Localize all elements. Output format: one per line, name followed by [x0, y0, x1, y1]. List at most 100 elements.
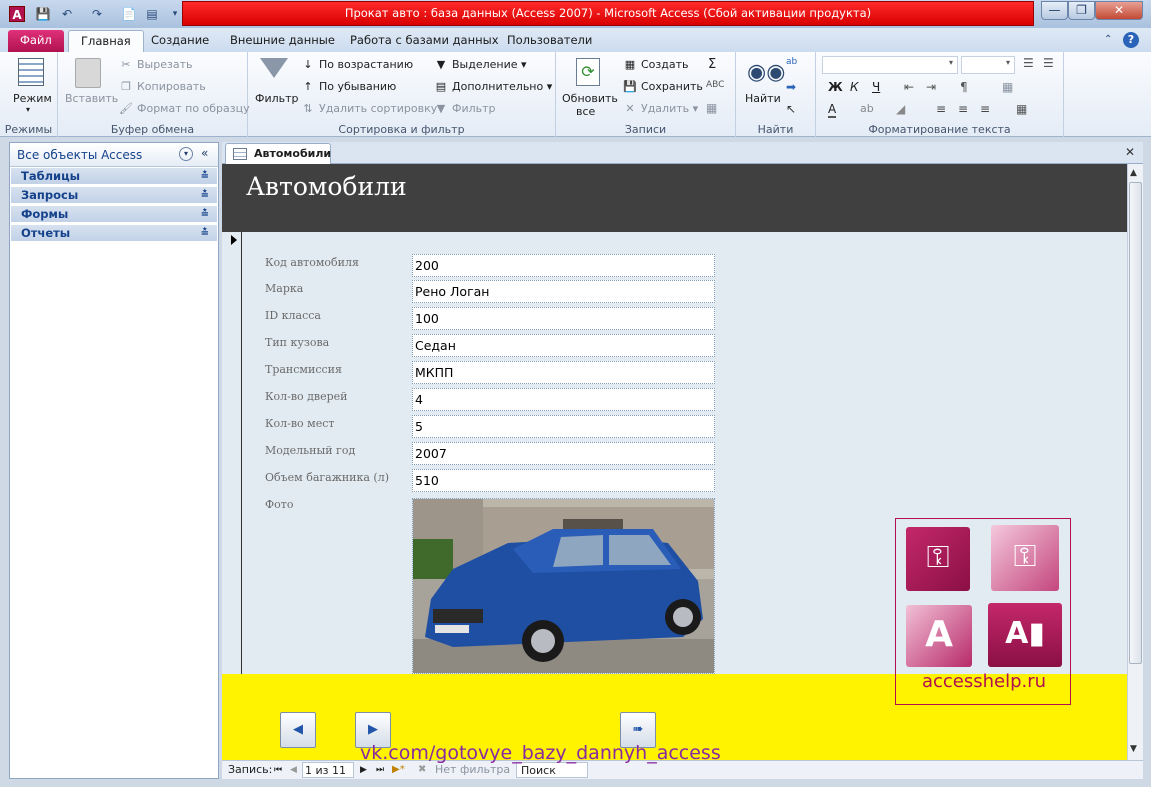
find-button[interactable]: Найти	[745, 92, 781, 105]
select-cursor-icon[interactable]: ↖	[786, 102, 796, 116]
save-record-button[interactable]: 💾 Сохранить	[622, 80, 703, 93]
field-trunk-volume[interactable]: 510	[412, 469, 715, 492]
field-class-id[interactable]: 100	[412, 307, 715, 330]
scroll-thumb[interactable]	[1129, 182, 1142, 664]
copy-button[interactable]: ❐ Копировать	[118, 80, 206, 93]
replace-icon[interactable]: ab	[786, 57, 797, 67]
tab-database-tools[interactable]: Работа с базами данных	[338, 30, 511, 52]
fill-color-icon[interactable]: ◢	[896, 102, 905, 116]
sort-asc-button[interactable]: ↓ По возрастанию	[300, 58, 413, 71]
more-records-icon[interactable]: ▦	[706, 101, 717, 115]
align-right-icon[interactable]: ≡	[980, 102, 990, 116]
font-name-dropdown-icon[interactable]: ▾	[949, 58, 953, 67]
nav-menu-dropdown-icon[interactable]: ▾	[179, 147, 193, 161]
close-doc-icon[interactable]: ✕	[1125, 145, 1135, 159]
close-button[interactable]: ✕	[1095, 1, 1143, 20]
numbering-icon[interactable]: ☰	[1043, 56, 1054, 70]
view-mode-icon[interactable]	[18, 58, 44, 86]
nav-pane-header[interactable]: Все объекты Access ▾ «	[10, 143, 218, 167]
bold-icon[interactable]: Ж	[828, 80, 843, 94]
field-seats[interactable]: 5	[412, 415, 715, 438]
redo-icon[interactable]: ↷	[88, 5, 106, 23]
new-record-button[interactable]: ▦ Создать	[622, 58, 689, 71]
prev-record-button[interactable]: ◀	[280, 712, 316, 748]
save-icon[interactable]: 💾	[34, 5, 52, 23]
goto-icon[interactable]: ➡	[786, 80, 796, 94]
first-record-icon[interactable]: ⏮	[274, 761, 282, 779]
alt-row-color-icon[interactable]: ▦	[1016, 102, 1027, 116]
nav-collapse-icon[interactable]: «	[201, 146, 208, 160]
field-doors[interactable]: 4	[412, 388, 715, 411]
form-header: Автомобили	[222, 164, 1127, 232]
paste-icon[interactable]	[75, 58, 101, 88]
doc-tab-cars[interactable]: Автомобили	[225, 143, 331, 164]
maximize-button[interactable]: ❐	[1068, 1, 1095, 20]
nav-group-tables[interactable]: Таблицы ≛	[11, 168, 217, 185]
nav-group-forms[interactable]: Формы ≛	[11, 206, 217, 223]
remove-sort-button[interactable]: ⇅ Удалить сортировку	[300, 102, 437, 115]
refresh-all-button[interactable]: Обновить	[562, 92, 618, 105]
toggle-filter-button[interactable]: ▼ Фильтр	[433, 102, 496, 115]
underline-icon[interactable]: Ч	[872, 80, 880, 94]
help-icon[interactable]: ?	[1123, 32, 1139, 48]
italic-icon[interactable]: К	[850, 80, 859, 94]
scroll-up-icon[interactable]: ▲	[1130, 168, 1137, 178]
form-icon[interactable]: ▤	[143, 5, 161, 23]
search-input[interactable]: Поиск	[516, 762, 588, 778]
field-body-type[interactable]: Седан	[412, 334, 715, 357]
scissors-icon: ✂	[121, 58, 131, 71]
paste-button[interactable]: Вставить	[65, 92, 118, 105]
sort-desc-button[interactable]: ↑ По убыванию	[300, 80, 396, 93]
view-mode-button[interactable]: Режим	[13, 92, 52, 105]
view-mode-dropdown-icon[interactable]: ▾	[26, 105, 30, 114]
font-name-select[interactable]	[822, 56, 958, 74]
paragraph-dir-icon[interactable]: ¶	[960, 80, 968, 94]
vertical-scrollbar[interactable]: ▲ ▼	[1127, 164, 1143, 760]
group-label-records: Записи	[624, 123, 667, 136]
filter-button[interactable]: Фильтр	[255, 92, 299, 105]
selection-button[interactable]: ▼ Выделение ▾	[433, 58, 527, 71]
cut-button[interactable]: ✂ Вырезать	[118, 58, 192, 71]
highlight-icon[interactable]: ab	[860, 102, 874, 115]
spelling-icon[interactable]: ABC	[706, 80, 724, 90]
delete-record-button[interactable]: ✕ Удалить ▾	[622, 102, 698, 115]
align-center-icon[interactable]: ≡	[958, 102, 968, 116]
new-doc-icon[interactable]: 📄	[120, 5, 138, 23]
font-color-icon[interactable]: A	[828, 102, 837, 118]
record-position-input[interactable]: 1 из 11	[302, 762, 354, 778]
field-car-id[interactable]: 200	[412, 254, 715, 277]
tab-external-data[interactable]: Внешние данные	[218, 30, 347, 52]
tab-file[interactable]: Файл	[8, 30, 64, 52]
field-model-year[interactable]: 2007	[412, 442, 715, 465]
nav-group-queries[interactable]: Запросы ≛	[11, 187, 217, 204]
nav-group-reports[interactable]: Отчеты ≛	[11, 225, 217, 242]
access-app-icon[interactable]: A	[9, 6, 25, 22]
field-transmission[interactable]: МКПП	[412, 361, 715, 384]
undo-icon[interactable]: ↶	[58, 5, 76, 23]
indent-increase-icon[interactable]: ⇥	[926, 80, 936, 94]
minimize-button[interactable]: —	[1041, 1, 1068, 20]
tab-users[interactable]: Пользователи	[495, 30, 604, 52]
font-size-dropdown-icon[interactable]: ▾	[1006, 58, 1010, 67]
tab-home[interactable]: Главная	[68, 30, 144, 52]
scroll-down-icon[interactable]: ▼	[1130, 744, 1137, 754]
filter-funnel-icon[interactable]	[260, 58, 288, 78]
binoculars-icon[interactable]: ◉◉	[747, 60, 785, 85]
car-photo[interactable]	[412, 498, 715, 674]
gridlines-icon[interactable]: ▦	[1002, 80, 1013, 94]
group-clipboard: Вставить ✂ Вырезать ❐ Копировать 🖌 Формат п…	[58, 52, 250, 137]
field-brand[interactable]: Рено Логан	[412, 280, 715, 303]
refresh-all-icon[interactable]: ⟳	[576, 58, 600, 86]
nav-group-reports-label: Отчеты	[21, 226, 71, 240]
advanced-button[interactable]: ▤ Дополнительно ▾	[433, 80, 552, 93]
tab-create[interactable]: Создание	[139, 30, 221, 52]
record-selector[interactable]	[222, 232, 242, 674]
collapse-ribbon-icon[interactable]: ⌃	[1104, 34, 1112, 45]
indent-decrease-icon[interactable]: ⇤	[904, 80, 914, 94]
prev-record-icon[interactable]: ◀	[290, 761, 297, 779]
format-painter-button[interactable]: 🖌 Формат по образцу	[118, 102, 250, 115]
align-left-icon[interactable]: ≡	[936, 102, 946, 116]
totals-icon[interactable]: Σ	[708, 57, 716, 72]
bullets-icon[interactable]: ☰	[1023, 56, 1034, 70]
refresh-all-button-line2[interactable]: все	[576, 105, 595, 118]
